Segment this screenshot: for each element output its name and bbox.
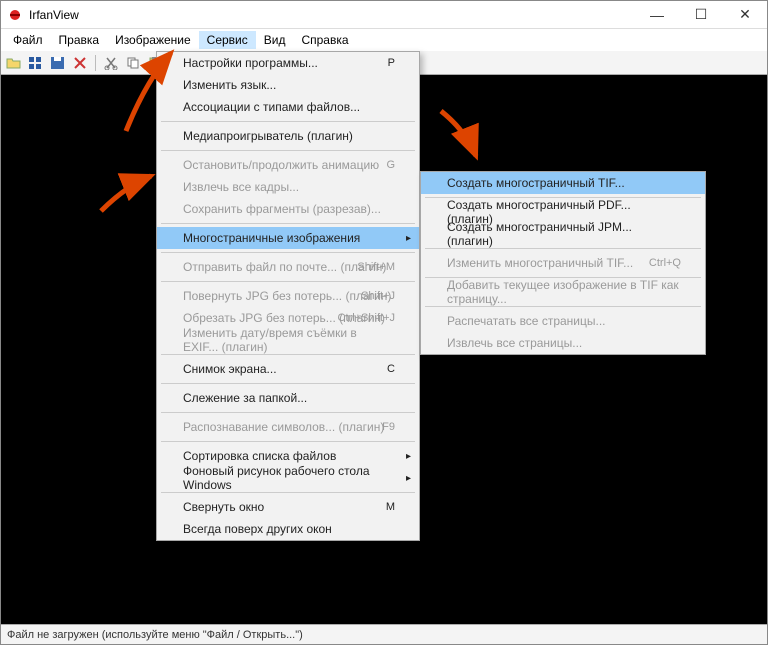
app-icon xyxy=(7,7,23,23)
menu-item[interactable]: Свернуть окно M xyxy=(157,496,419,518)
menu-separator xyxy=(425,248,701,249)
menu-separator xyxy=(161,383,415,384)
menu-item-shortcut: G xyxy=(386,159,395,171)
window-controls: — ☐ ✕ xyxy=(635,1,767,29)
menu-item-shortcut: Shift+J xyxy=(361,290,395,302)
menu-item[interactable]: Слежение за папкой... xyxy=(157,387,419,409)
menu-item-label: Создать многостраничный TIF... xyxy=(447,176,625,190)
save-icon[interactable] xyxy=(49,54,67,72)
menu-item[interactable]: Снимок экрана... C xyxy=(157,358,419,380)
menu-item: Изменить дату/время съёмки в EXIF... (пл… xyxy=(157,329,419,351)
menu-item-label: Извлечь все страницы... xyxy=(447,336,582,350)
menu-item-label: Сохранить фрагменты (разрезав)... xyxy=(183,202,381,216)
menu-item-label: Остановить/продолжить анимацию xyxy=(183,158,379,172)
app-window: IrfanView — ☐ ✕ Файл Правка Изображение … xyxy=(0,0,768,645)
service-dropdown: Настройки программы... P Изменить язык... А… xyxy=(156,51,420,541)
multipage-submenu: Создать многостраничный TIF... Создать мн… xyxy=(420,171,706,355)
toolbar-separator xyxy=(95,55,96,71)
menu-item-label: Отправить файл по почте... (плагин) xyxy=(183,260,386,274)
close-button[interactable]: ✕ xyxy=(723,1,767,29)
menu-separator xyxy=(161,150,415,151)
menu-item[interactable]: Создать многостраничный JPM... (плагин) xyxy=(421,223,705,245)
menu-separator xyxy=(161,281,415,282)
menu-item-shortcut: Shift+M xyxy=(357,261,395,273)
menu-separator xyxy=(161,441,415,442)
menu-item[interactable]: Медиапроигрыватель (плагин) xyxy=(157,125,419,147)
menu-item-label: Слежение за папкой... xyxy=(183,391,307,405)
menu-item-label: Снимок экрана... xyxy=(183,362,277,376)
menu-item-label: Ассоциации с типами файлов... xyxy=(183,100,360,114)
menu-separator xyxy=(161,252,415,253)
status-text: Файл не загружен (используйте меню "Файл… xyxy=(7,629,303,641)
menu-edit[interactable]: Правка xyxy=(51,31,108,49)
menu-item-label: Изменить дату/время съёмки в EXIF... (пл… xyxy=(183,326,393,354)
copy-icon[interactable] xyxy=(124,54,142,72)
menu-item[interactable]: Многостраничные изображения ▸ xyxy=(157,227,419,249)
menu-item[interactable]: Изменить язык... xyxy=(157,74,419,96)
delete-icon[interactable] xyxy=(71,54,89,72)
menu-item-shortcut: P xyxy=(388,57,395,69)
menu-item-label: Медиапроигрыватель (плагин) xyxy=(183,129,353,143)
menu-item-label: Распознавание символов... (плагин) xyxy=(183,420,384,434)
submenu-arrow-icon: ▸ xyxy=(406,473,411,484)
menu-separator xyxy=(161,223,415,224)
menu-item-label: Изменить язык... xyxy=(183,78,276,92)
menu-item-label: Сортировка списка файлов xyxy=(183,449,336,463)
menu-item: Изменить многостраничный TIF... Ctrl+Q xyxy=(421,252,705,274)
menu-item-shortcut: M xyxy=(386,501,395,513)
thumbnails-icon[interactable] xyxy=(27,54,45,72)
menu-item: Остановить/продолжить анимацию G xyxy=(157,154,419,176)
menu-item-label: Изменить многостраничный TIF... xyxy=(447,256,633,270)
cut-icon[interactable] xyxy=(102,54,120,72)
menu-item-label: Настройки программы... xyxy=(183,56,318,70)
statusbar: Файл не загружен (используйте меню "Файл… xyxy=(1,624,767,644)
menu-image[interactable]: Изображение xyxy=(107,31,199,49)
menu-help[interactable]: Справка xyxy=(293,31,356,49)
menubar: Файл Правка Изображение Сервис Вид Справ… xyxy=(1,29,767,51)
menu-separator xyxy=(161,412,415,413)
menu-item[interactable]: Ассоциации с типами файлов... xyxy=(157,96,419,118)
window-title: IrfanView xyxy=(29,8,79,22)
submenu-arrow-icon: ▸ xyxy=(406,233,411,244)
menu-item: Извлечь все кадры... xyxy=(157,176,419,198)
menu-item: Сохранить фрагменты (разрезав)... xyxy=(157,198,419,220)
submenu-arrow-icon: ▸ xyxy=(406,451,411,462)
menu-separator xyxy=(161,354,415,355)
menu-item: Отправить файл по почте... (плагин)Shift… xyxy=(157,256,419,278)
titlebar: IrfanView — ☐ ✕ xyxy=(1,1,767,29)
menu-view[interactable]: Вид xyxy=(256,31,294,49)
menu-item-label: Добавить текущее изображение в TIF как с… xyxy=(447,278,679,306)
menu-item-label: Извлечь все кадры... xyxy=(183,180,299,194)
menu-item-shortcut: C xyxy=(387,363,395,375)
menu-item-label: Всегда поверх других окон xyxy=(183,522,332,536)
menu-item-label: Фоновый рисунок рабочего стола Windows xyxy=(183,464,393,492)
maximize-button[interactable]: ☐ xyxy=(679,1,723,29)
menu-item[interactable]: Создать многостраничный TIF... xyxy=(421,172,705,194)
menu-item[interactable]: Настройки программы... P xyxy=(157,52,419,74)
menu-item: Повернуть JPG без потерь... (плагин)Shif… xyxy=(157,285,419,307)
menu-file[interactable]: Файл xyxy=(5,31,51,49)
menu-item-shortcut: F9 xyxy=(382,421,395,433)
menu-item-label: Многостраничные изображения xyxy=(183,231,360,245)
menu-item: Извлечь все страницы... xyxy=(421,332,705,354)
minimize-button[interactable]: — xyxy=(635,1,679,29)
menu-item-label: Распечатать все страницы... xyxy=(447,314,606,328)
menu-item-label: Создать многостраничный JPM... (плагин) xyxy=(447,220,679,248)
menu-separator xyxy=(425,306,701,307)
menu-separator xyxy=(161,121,415,122)
menu-item-label: Свернуть окно xyxy=(183,500,264,514)
menu-separator xyxy=(161,492,415,493)
menu-item: Добавить текущее изображение в TIF как с… xyxy=(421,281,705,303)
menu-item-shortcut: Ctrl+Q xyxy=(649,257,681,269)
menu-item[interactable]: Фоновый рисунок рабочего стола Windows ▸ xyxy=(157,467,419,489)
menu-service[interactable]: Сервис xyxy=(199,31,256,49)
menu-item: Распечатать все страницы... xyxy=(421,310,705,332)
menu-item[interactable]: Всегда поверх других окон xyxy=(157,518,419,540)
menu-item: Распознавание символов... (плагин)F9 xyxy=(157,416,419,438)
open-icon[interactable] xyxy=(5,54,23,72)
menu-item-shortcut: Ctrl+Shift+J xyxy=(338,312,395,324)
